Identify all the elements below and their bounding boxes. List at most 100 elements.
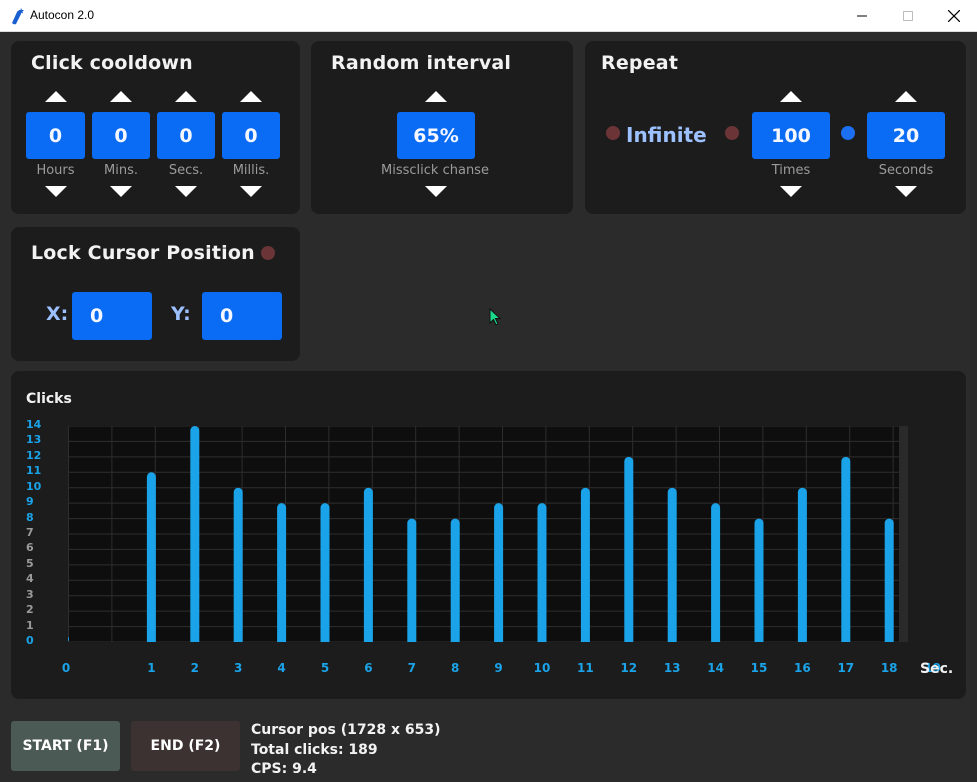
bar-sec-3 bbox=[233, 487, 243, 646]
app-logo-icon bbox=[12, 8, 24, 25]
random-interval-panel: Random interval 65% Missclick chanse bbox=[311, 41, 573, 214]
y-tick-label: 9 bbox=[26, 495, 34, 509]
y-tick-label: 5 bbox=[26, 556, 34, 570]
maximize-icon bbox=[903, 11, 913, 21]
secs-decrement-arrow[interactable] bbox=[175, 186, 197, 197]
x-tick-label: 6 bbox=[364, 661, 373, 675]
window-title: Autocon 2.0 bbox=[30, 8, 95, 22]
secs-increment-arrow[interactable] bbox=[175, 91, 197, 102]
bar-sec-13 bbox=[667, 487, 677, 646]
millis-decrement-arrow[interactable] bbox=[240, 186, 262, 197]
hours-label: Hours bbox=[36, 163, 75, 178]
cursor-position-status: Cursor pos (1728 x 653) bbox=[251, 722, 441, 738]
x-tick-label: 18 bbox=[880, 661, 898, 675]
missclick-increment-arrow[interactable] bbox=[425, 91, 447, 102]
y-tick-label: 12 bbox=[26, 448, 42, 462]
hours-increment-arrow[interactable] bbox=[45, 91, 67, 102]
close-button[interactable] bbox=[931, 0, 977, 32]
y-tick-label: 3 bbox=[26, 587, 34, 601]
y-position-input[interactable]: 0 bbox=[202, 292, 282, 340]
times-value-input[interactable]: 100 bbox=[752, 112, 830, 159]
x-position-input[interactable]: 0 bbox=[72, 292, 152, 340]
maximize-button[interactable] bbox=[885, 0, 931, 32]
x-tick-label: 4 bbox=[277, 661, 286, 675]
hours-value-input[interactable]: 0 bbox=[26, 112, 85, 159]
y-tick-label: 2 bbox=[26, 603, 34, 617]
seconds-value-input[interactable]: 20 bbox=[867, 112, 945, 159]
bar-sec-7 bbox=[407, 518, 417, 646]
mins-label: Mins. bbox=[104, 163, 138, 178]
cps-status: CPS: 9.4 bbox=[251, 761, 317, 777]
secs-value-input[interactable]: 0 bbox=[157, 112, 215, 159]
y-label: Y: bbox=[171, 303, 191, 325]
bar-sec-9 bbox=[494, 503, 504, 646]
y-tick-label: 7 bbox=[26, 526, 34, 539]
bar-sec-1 bbox=[146, 472, 156, 646]
clicks-chart-panel: Clicks 0 1 2 3 4 5 6 7 8 9 10 11 12 13 14 0 1 2 3 4 5 6 7 8 9 10… bbox=[11, 371, 966, 699]
end-button[interactable]: END (F2) bbox=[131, 721, 240, 771]
bar-sec-17 bbox=[841, 456, 851, 646]
mins-value-input[interactable]: 0 bbox=[92, 112, 150, 159]
x-tick-label: 7 bbox=[407, 661, 416, 675]
x-tick-label: 11 bbox=[577, 661, 594, 675]
lock-cursor-toggle[interactable] bbox=[261, 246, 275, 260]
times-increment-arrow[interactable] bbox=[780, 91, 802, 102]
repeat-title: Repeat bbox=[601, 52, 679, 74]
hours-decrement-arrow[interactable] bbox=[45, 186, 67, 197]
x-tick-label: 2 bbox=[190, 661, 199, 675]
x-tick-label: 10 bbox=[533, 661, 551, 675]
minimize-icon bbox=[857, 15, 867, 17]
y-tick-label: 11 bbox=[26, 464, 42, 478]
missclick-chance-label: Missclick chanse bbox=[381, 163, 489, 178]
infinite-label[interactable]: Infinite bbox=[626, 123, 707, 147]
bar-sec-14 bbox=[711, 503, 721, 646]
millis-increment-arrow[interactable] bbox=[240, 91, 262, 102]
times-radio[interactable] bbox=[725, 126, 739, 140]
lock-cursor-panel: Lock Cursor Position X: 0 Y: 0 bbox=[11, 227, 300, 361]
click-cooldown-title: Click cooldown bbox=[31, 52, 193, 74]
millis-value-input[interactable]: 0 bbox=[222, 112, 280, 159]
missclick-chance-input[interactable]: 65% bbox=[397, 112, 475, 159]
seconds-increment-arrow[interactable] bbox=[895, 91, 917, 102]
x-tick-label: 0 bbox=[61, 661, 71, 675]
infinite-radio[interactable] bbox=[606, 126, 620, 140]
x-tick-label: 3 bbox=[234, 661, 243, 675]
clicks-bar-chart bbox=[61, 425, 938, 646]
mins-increment-arrow[interactable] bbox=[110, 91, 132, 102]
title-bar: Autocon 2.0 bbox=[0, 0, 977, 32]
bar-sec-15 bbox=[754, 518, 764, 646]
mouse-cursor-icon bbox=[489, 308, 502, 326]
minimize-button[interactable] bbox=[839, 0, 885, 32]
seconds-radio[interactable] bbox=[841, 126, 855, 140]
x-tick-label: 12 bbox=[620, 661, 638, 675]
x-tick-label: 16 bbox=[794, 661, 811, 675]
bar-sec-11 bbox=[580, 487, 590, 646]
start-button[interactable]: START (F1) bbox=[11, 721, 120, 771]
mins-decrement-arrow[interactable] bbox=[110, 186, 132, 197]
x-tick-label: 14 bbox=[707, 661, 724, 675]
y-tick-label: 4 bbox=[26, 572, 34, 586]
x-tick-label: 15 bbox=[750, 661, 768, 675]
bar-sec-12 bbox=[624, 456, 634, 646]
bar-sec-5 bbox=[320, 503, 330, 646]
y-tick-label: 6 bbox=[26, 541, 34, 555]
x-tick-label: 1 bbox=[147, 661, 156, 675]
bar-sec-2 bbox=[190, 426, 200, 646]
plot-area bbox=[61, 425, 938, 646]
x-tick-label: 8 bbox=[451, 661, 460, 675]
bar-sec-8 bbox=[450, 518, 460, 646]
chart-title: Clicks bbox=[26, 391, 72, 407]
seconds-label: Seconds bbox=[878, 163, 934, 178]
x-tick-label: 9 bbox=[494, 661, 503, 675]
x-tick-label: 13 bbox=[663, 661, 681, 675]
missclick-decrement-arrow[interactable] bbox=[425, 186, 447, 197]
times-decrement-arrow[interactable] bbox=[780, 186, 802, 197]
bar-sec-4 bbox=[277, 503, 287, 646]
seconds-decrement-arrow[interactable] bbox=[895, 186, 917, 197]
x-tick-label: 5 bbox=[320, 661, 330, 675]
y-tick-label: 8 bbox=[26, 510, 34, 524]
bar-sec-10 bbox=[537, 503, 547, 646]
lock-cursor-title: Lock Cursor Position bbox=[31, 242, 255, 264]
times-label: Times bbox=[771, 163, 811, 178]
x-label: X: bbox=[46, 303, 69, 325]
